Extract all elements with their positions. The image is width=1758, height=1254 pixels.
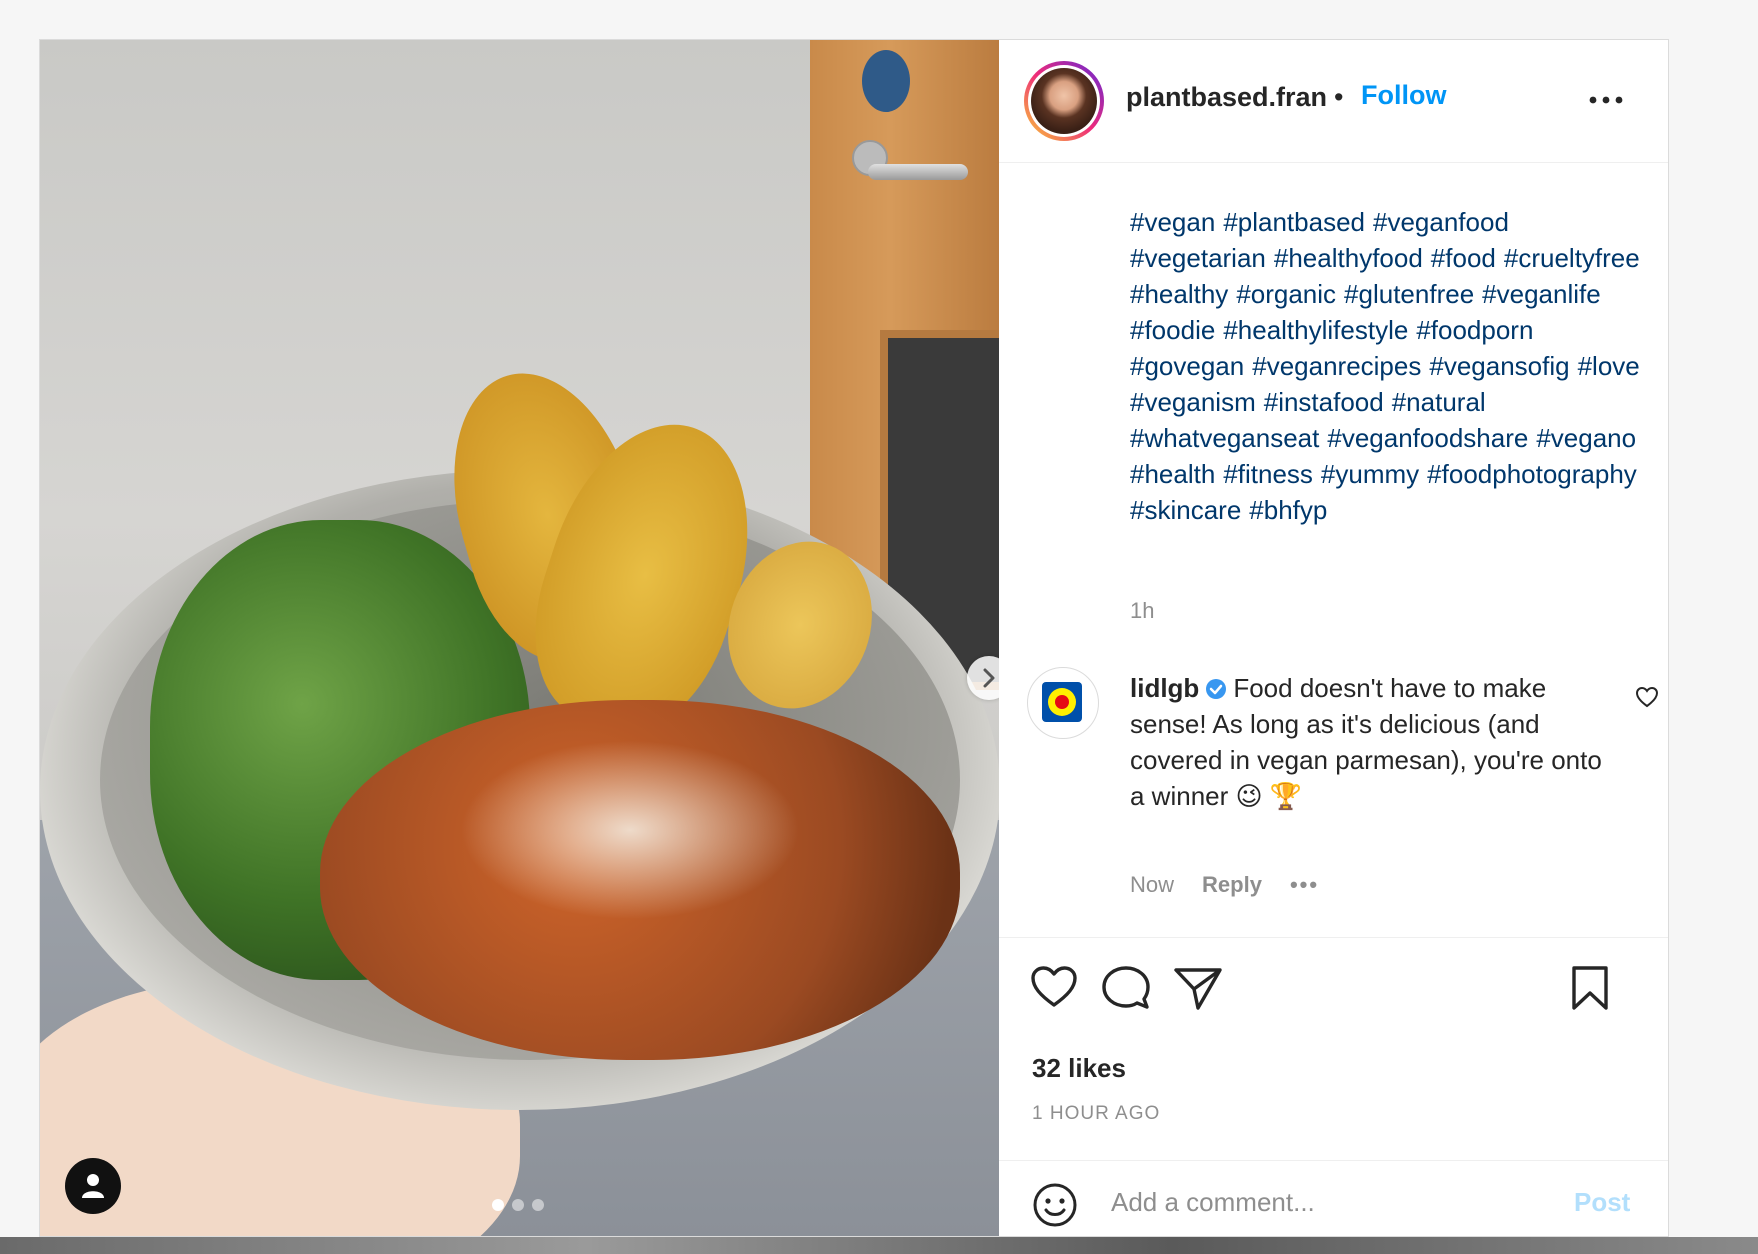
hashtag-link[interactable]: #veganfoodshare <box>1327 420 1528 456</box>
smiley-icon <box>1033 1183 1077 1227</box>
add-comment-bar: Post <box>999 1160 1668 1236</box>
hashtag-link[interactable]: #skincare <box>1130 492 1241 528</box>
comment-like-button[interactable] <box>1635 686 1659 713</box>
heart-icon <box>1031 966 1077 1007</box>
hashtag-link[interactable]: #foodporn <box>1416 312 1533 348</box>
user-icon <box>82 1174 104 1198</box>
hashtag-link[interactable]: #foodphotography <box>1427 456 1637 492</box>
bookmark-icon <box>1572 966 1608 1010</box>
hashtag-link[interactable]: #fitness <box>1223 456 1313 492</box>
hashtag-link[interactable]: #crueltyfree <box>1504 240 1640 276</box>
emoji-button[interactable] <box>1032 1182 1078 1233</box>
commenter-username[interactable]: lidlgb <box>1130 673 1199 703</box>
hashtag-link[interactable]: #veganrecipes <box>1252 348 1421 384</box>
hashtag-link[interactable]: #plantbased <box>1223 204 1365 240</box>
save-button[interactable] <box>1570 965 1610 1016</box>
comment-body: lidlgb Food doesn't have to make sense! A… <box>1130 670 1610 814</box>
hashtag-link[interactable]: #instafood <box>1264 384 1384 420</box>
comment-time: Now <box>1130 872 1175 897</box>
hashtag-link[interactable]: #natural <box>1392 384 1486 420</box>
chevron-right-icon <box>983 668 995 688</box>
paper-plane-icon <box>1174 968 1222 1010</box>
verified-badge-icon <box>1206 679 1227 699</box>
hashtag-link[interactable]: #organic <box>1236 276 1336 312</box>
post-card: plantbased.fran • Follow #vegan #plantbas… <box>39 39 1669 1237</box>
comment-input[interactable] <box>1109 1181 1553 1223</box>
carousel-dot <box>492 1199 504 1211</box>
share-button[interactable] <box>1174 967 1222 1016</box>
hashtag-link[interactable]: #foodie <box>1130 312 1215 348</box>
hashtag-link[interactable]: #glutenfree <box>1344 276 1474 312</box>
hashtag-link[interactable]: #healthylifestyle <box>1223 312 1408 348</box>
hashtag-link[interactable]: #healthyfood <box>1274 240 1423 276</box>
carousel-indicator <box>492 1199 544 1211</box>
comment-more-button[interactable]: ••• <box>1290 872 1319 898</box>
action-bar: 32 likes 1 HOUR AGO <box>999 937 1668 1158</box>
heart-icon <box>1635 686 1659 708</box>
hashtag-link[interactable]: #veganlife <box>1482 276 1601 312</box>
hashtag-link[interactable]: #govegan <box>1130 348 1244 384</box>
comment-bubble-icon <box>1102 966 1150 1009</box>
likes-count[interactable]: 32 likes <box>1032 1053 1126 1084</box>
hashtag-link[interactable]: #healthy <box>1130 276 1228 312</box>
tagged-users-button[interactable] <box>65 1158 121 1214</box>
separator-dot: • <box>1334 82 1344 112</box>
carousel-dot <box>532 1199 544 1211</box>
comment-meta: Now Reply ••• <box>1130 872 1319 898</box>
post-timestamp: 1 HOUR AGO <box>1032 1103 1161 1124</box>
comment-button[interactable] <box>1102 965 1150 1016</box>
like-button[interactable] <box>1030 965 1078 1014</box>
post-image[interactable] <box>40 40 999 1236</box>
more-horizontal-icon <box>1589 96 1623 104</box>
hashtag-link[interactable]: #health <box>1130 456 1215 492</box>
lidl-logo <box>1042 682 1082 722</box>
hashtag-link[interactable]: #bhfyp <box>1249 492 1327 528</box>
author-username[interactable]: plantbased.fran <box>1126 82 1327 113</box>
reply-button[interactable]: Reply <box>1202 872 1262 898</box>
caption-timestamp[interactable]: 1h <box>1130 598 1154 624</box>
post-sidebar: plantbased.fran • Follow #vegan #plantbas… <box>999 40 1668 1236</box>
post-caption: #vegan #plantbased #veganfood#vegetarian #h… <box>1130 204 1650 528</box>
more-options-button[interactable] <box>1589 92 1623 110</box>
avatar[interactable] <box>1024 61 1104 141</box>
commenter-avatar[interactable] <box>1027 667 1099 739</box>
post-comment-button[interactable]: Post <box>1574 1187 1630 1218</box>
background-strip <box>0 1237 1758 1254</box>
hashtag-link[interactable]: #vegetarian <box>1130 240 1266 276</box>
hashtag-link[interactable]: #veganism <box>1130 384 1256 420</box>
hashtag-link[interactable]: #veganfood <box>1373 204 1509 240</box>
hashtag-link[interactable]: #vegansofig <box>1429 348 1569 384</box>
hashtag-link[interactable]: #yummy <box>1321 456 1419 492</box>
post-header: plantbased.fran • Follow <box>999 40 1668 163</box>
hashtag-link[interactable]: #love <box>1578 348 1640 384</box>
hashtag-link[interactable]: #vegano <box>1536 420 1636 456</box>
hashtag-link[interactable]: #whatveganseat <box>1130 420 1319 456</box>
follow-button[interactable]: Follow <box>1361 80 1446 111</box>
hashtag-link[interactable]: #vegan <box>1130 204 1215 240</box>
hashtag-link[interactable]: #food <box>1431 240 1496 276</box>
comment-text: Food doesn't have to make sense! As long… <box>1130 673 1602 811</box>
carousel-dot <box>512 1199 524 1211</box>
